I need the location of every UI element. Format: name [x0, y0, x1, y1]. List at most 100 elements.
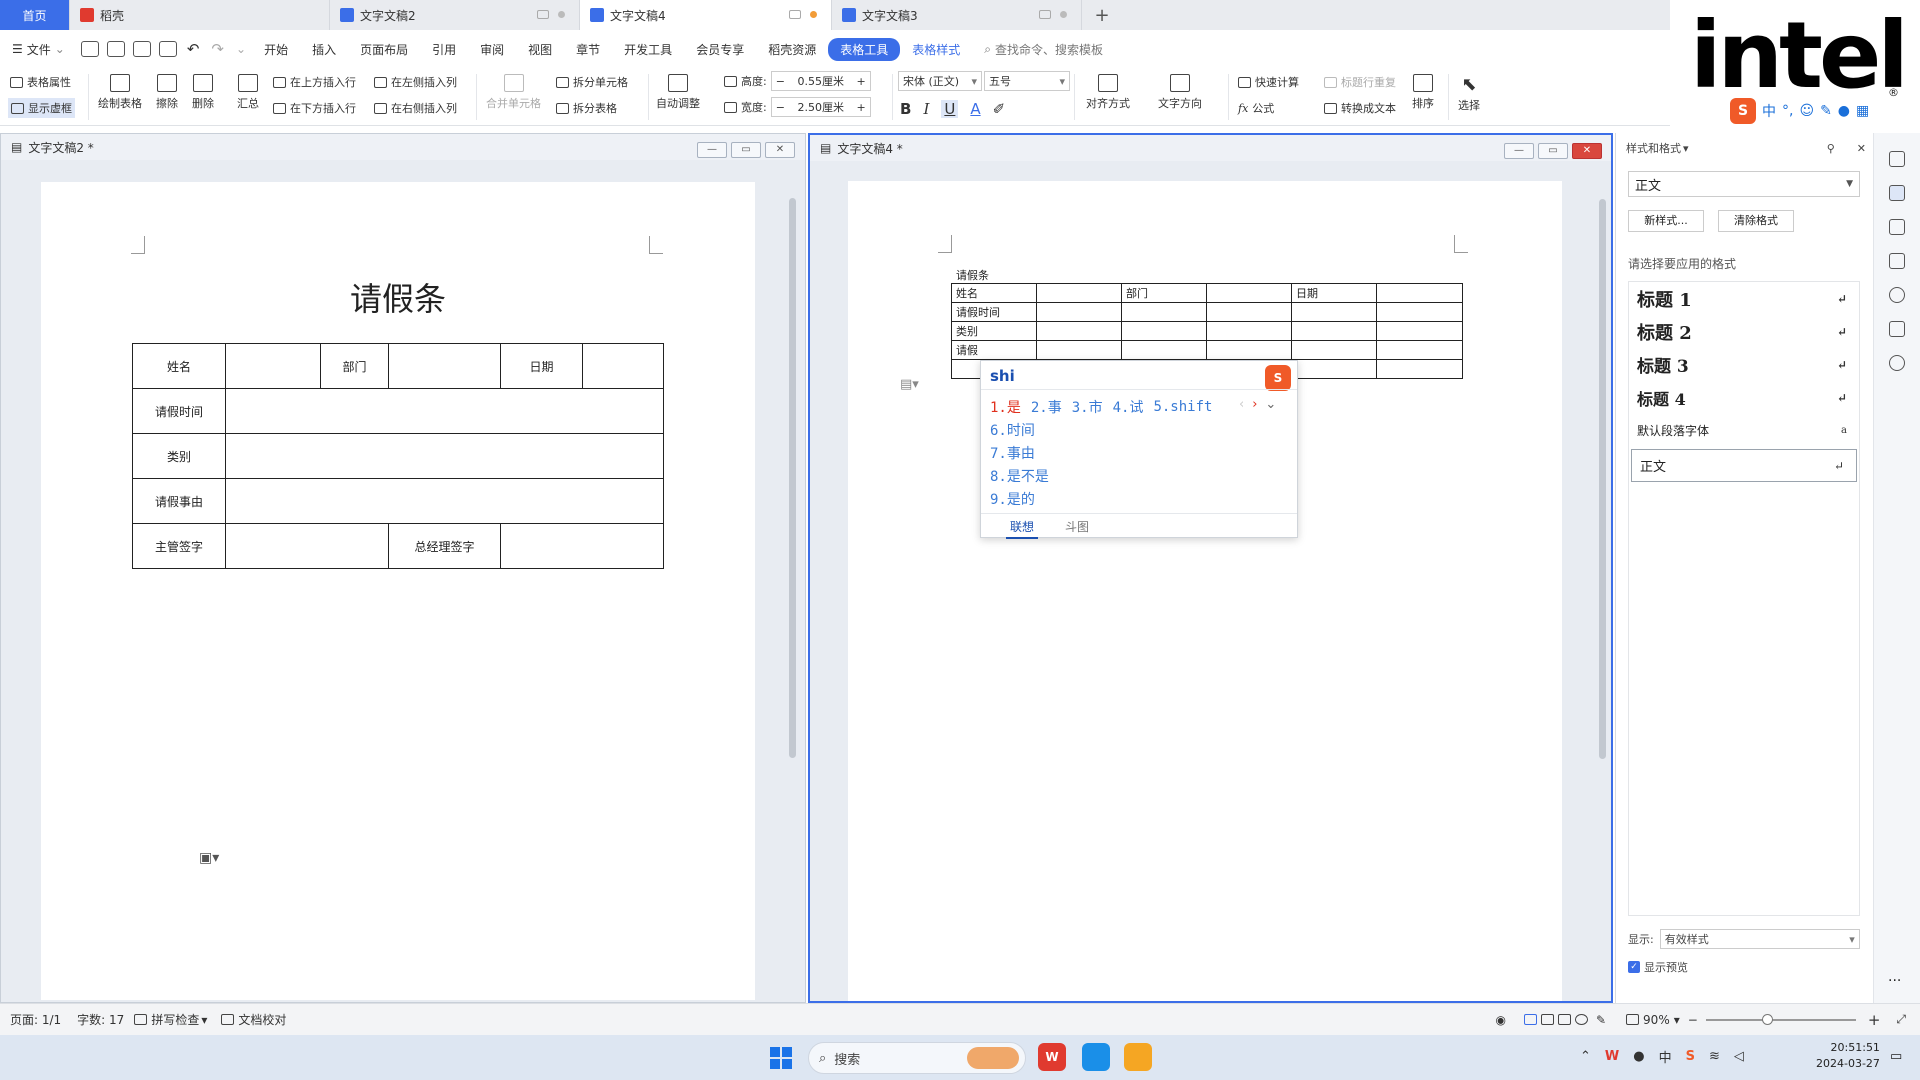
tab-doc4[interactable]: 文字文稿4: [580, 0, 832, 30]
pen-icon[interactable]: ✎: [1820, 103, 1832, 119]
table-cell[interactable]: [225, 478, 664, 524]
eye-protect-icon[interactable]: ◉: [1496, 1013, 1506, 1027]
table-cell[interactable]: 类别: [132, 433, 226, 479]
emoji-icon[interactable]: ☺: [1799, 103, 1814, 119]
mic-icon[interactable]: ●: [1838, 103, 1850, 119]
punct-mode[interactable]: °,: [1782, 103, 1793, 119]
style-item[interactable]: 标题 3 ↵: [1629, 348, 1859, 381]
new-style-button[interactable]: 新样式...: [1628, 210, 1704, 232]
menu-developer[interactable]: 开发工具: [612, 41, 684, 58]
width-input[interactable]: −2.50厘米 +: [770, 97, 871, 117]
ime-tab-assoc[interactable]: 联想: [1006, 518, 1039, 539]
wps-tray-icon[interactable]: W: [1605, 1049, 1619, 1064]
table-cell[interactable]: [1291, 321, 1377, 341]
preview-icon[interactable]: [158, 41, 177, 57]
pin-icon[interactable]: ⚲: [1827, 142, 1835, 155]
table-cell[interactable]: [225, 433, 664, 479]
current-style-select[interactable]: 正文 ▼: [1628, 171, 1860, 197]
sogou-tray-icon[interactable]: S: [1686, 1049, 1695, 1064]
sogou-toolbar[interactable]: S 中 °, ☺ ✎ ● ▦: [1730, 98, 1920, 124]
menu-view[interactable]: 视图: [516, 41, 564, 58]
table-cell[interactable]: [1036, 302, 1122, 322]
menu-insert[interactable]: 插入: [300, 41, 348, 58]
zoom-level[interactable]: 90%: [1643, 1013, 1670, 1027]
table-cell[interactable]: [582, 343, 664, 389]
candidate[interactable]: 4.试: [1113, 397, 1144, 417]
table-cell[interactable]: [1121, 340, 1207, 360]
table-cell[interactable]: 部门: [320, 343, 389, 389]
summary-button[interactable]: 汇总: [237, 74, 259, 111]
text-direction-button[interactable]: 文字方向: [1158, 74, 1202, 111]
split-cells-button[interactable]: 拆分单元格: [556, 74, 628, 90]
clock[interactable]: 20:51:51 2024-03-27: [1816, 1040, 1880, 1072]
table-cell[interactable]: [1376, 302, 1463, 322]
plus-icon[interactable]: +: [857, 75, 866, 88]
ime-candidate-popup[interactable]: shi S 1.是 2.事 3.市 4.试 5.shift ‹ › ⌄ 6.时间…: [980, 360, 1298, 539]
ime-mode[interactable]: 中: [1762, 101, 1776, 121]
table-cell[interactable]: 姓名: [951, 283, 1037, 303]
customize-icon[interactable]: ⌄: [230, 42, 252, 56]
menu-table-tools[interactable]: 表格工具: [828, 37, 901, 61]
chevron-right-icon[interactable]: ›: [1252, 397, 1257, 412]
quick-calc-button[interactable]: 快速计算: [1238, 74, 1299, 90]
paste-options-icon[interactable]: ▣▾: [199, 850, 219, 866]
table-cell[interactable]: 日期: [1291, 283, 1377, 303]
app-taskbar-icon[interactable]: [1082, 1043, 1110, 1071]
bold-icon[interactable]: B: [900, 100, 911, 118]
chevron-left-icon[interactable]: ‹: [1239, 397, 1244, 412]
page-count[interactable]: 页面: 1/1: [10, 1011, 61, 1028]
wps-taskbar-icon[interactable]: W: [1038, 1043, 1066, 1071]
spell-check-button[interactable]: 拼写检查 ▾: [134, 1011, 207, 1028]
table-cell[interactable]: 请假: [951, 340, 1037, 360]
table-cell[interactable]: [1206, 321, 1292, 341]
table-cell[interactable]: [1376, 283, 1463, 303]
menu-home[interactable]: 开始: [252, 41, 300, 58]
clear-format-button[interactable]: 清除格式: [1718, 210, 1794, 232]
menu-layout[interactable]: 页面布局: [348, 41, 420, 58]
tab-docer[interactable]: 稻壳: [70, 0, 330, 30]
table-cell[interactable]: [1036, 340, 1122, 360]
vertical-scrollbar[interactable]: [785, 164, 799, 1000]
insert-below-button[interactable]: 在下方插入行: [273, 100, 356, 116]
show-virtual-button[interactable]: 显示虚框: [8, 98, 75, 118]
restore-button[interactable]: ▭: [1538, 143, 1568, 159]
style-item[interactable]: 默认段落字体 a: [1629, 414, 1859, 447]
language-indicator[interactable]: 中: [1659, 1047, 1672, 1066]
file-menu[interactable]: ☰ 文件 ⌄: [0, 41, 77, 58]
size-select[interactable]: 五号 ▾: [984, 71, 1070, 91]
select-button[interactable]: ⬉ 选择: [1458, 74, 1480, 113]
insert-left-button[interactable]: 在左侧插入列: [374, 74, 457, 90]
show-select[interactable]: 有效样式 ▾: [1659, 929, 1860, 949]
minus-icon[interactable]: −: [776, 75, 785, 88]
table-cell[interactable]: 请假时间: [951, 302, 1037, 322]
table-cell[interactable]: [1376, 321, 1463, 341]
align-button[interactable]: 对齐方式: [1086, 74, 1130, 111]
tab-home[interactable]: 首页: [0, 0, 70, 30]
undo-icon[interactable]: ↶: [181, 40, 206, 58]
page-view-icon[interactable]: [1523, 1014, 1537, 1025]
font-color-icon[interactable]: A: [970, 100, 980, 118]
chevron-down-icon[interactable]: ⌄: [1265, 397, 1276, 412]
document-page[interactable]: 请假条 姓名 部门 日期 请假时间 类别 请假事由 主管签字 总经理签字 ▣▾: [41, 182, 755, 1000]
table-cell[interactable]: [1121, 302, 1207, 322]
candidate[interactable]: 7.事由: [990, 443, 1049, 466]
export-icon[interactable]: [106, 41, 125, 57]
doc-caption[interactable]: 请假条: [956, 267, 989, 283]
candidate[interactable]: 8.是不是: [990, 466, 1049, 489]
insert-above-button[interactable]: 在上方插入行: [273, 74, 356, 90]
table-cell[interactable]: [1206, 302, 1292, 322]
table-cell[interactable]: 主管签字: [132, 523, 226, 569]
table-cell[interactable]: 请假时间: [132, 388, 226, 434]
height-input[interactable]: −0.55厘米 +: [770, 71, 871, 91]
mic-icon[interactable]: ●: [1633, 1049, 1644, 1064]
doc-title[interactable]: 请假条: [41, 274, 755, 320]
tab-doc3[interactable]: 文字文稿3: [832, 0, 1082, 30]
table-cell[interactable]: [1291, 359, 1377, 379]
delete-button[interactable]: 删除: [192, 74, 214, 111]
table-cell[interactable]: [1036, 321, 1122, 341]
highlight-icon[interactable]: ✐: [993, 100, 1006, 118]
tab-doc2[interactable]: 文字文稿2: [330, 0, 580, 30]
leave-table[interactable]: 姓名 部门 日期 请假时间 类别 请假事由 主管签字 总经理签字: [132, 343, 664, 569]
print-icon[interactable]: [132, 41, 151, 57]
backup-icon[interactable]: [1889, 321, 1905, 337]
